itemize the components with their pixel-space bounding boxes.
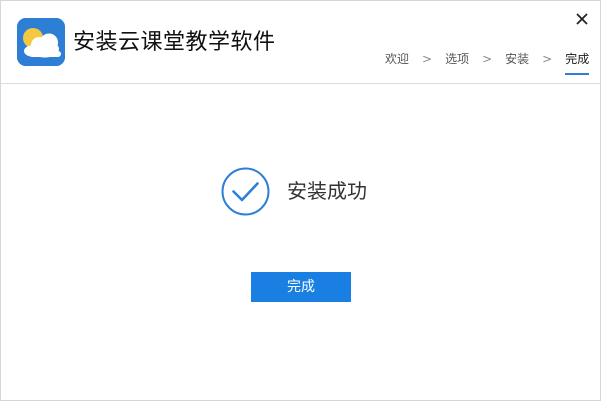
step-separator: > <box>422 52 433 66</box>
header: 安装云课堂教学软件 欢迎 > 选项 > 安装 > 完成 <box>1 1 600 84</box>
cloud-sun-icon <box>17 18 65 66</box>
window-title: 安装云课堂教学软件 <box>73 30 276 55</box>
step-separator: > <box>542 52 553 66</box>
checkmark-circle-icon <box>221 167 270 216</box>
step-breadcrumb: 欢迎 > 选项 > 安装 > 完成 <box>385 51 590 77</box>
installer-window: 安装云课堂教学软件 欢迎 > 选项 > 安装 > 完成 安装成功 完成 <box>0 0 601 401</box>
close-button[interactable] <box>571 9 593 31</box>
step-welcome[interactable]: 欢迎 <box>385 51 409 75</box>
step-separator: > <box>482 52 493 66</box>
finish-button[interactable]: 完成 <box>251 272 351 302</box>
success-message: 安装成功 <box>287 179 367 203</box>
close-icon <box>576 13 588 25</box>
install-success-status: 安装成功 <box>221 167 367 215</box>
step-install[interactable]: 安装 <box>505 51 529 75</box>
step-options[interactable]: 选项 <box>445 51 469 75</box>
step-finish[interactable]: 完成 <box>565 51 590 75</box>
